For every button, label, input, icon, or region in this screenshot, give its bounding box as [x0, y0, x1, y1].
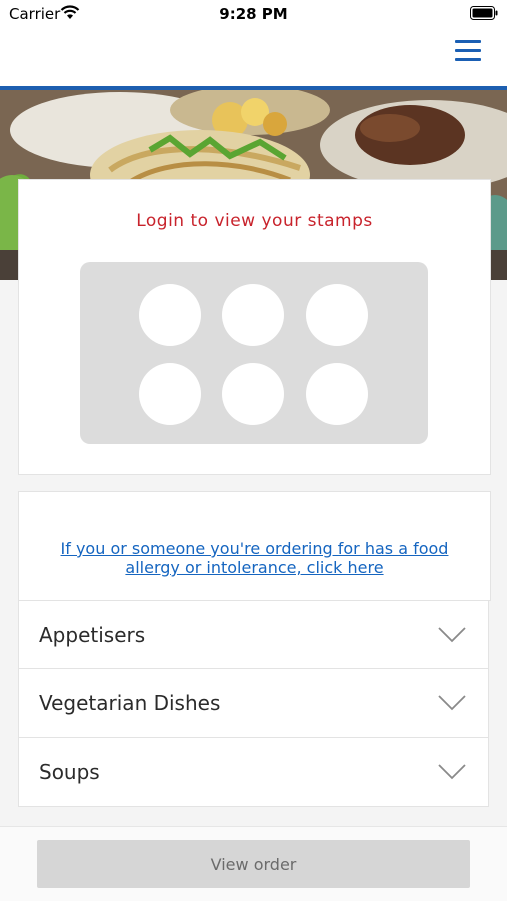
category-row-soups[interactable]: Soups [18, 738, 489, 807]
stamp-grid [80, 262, 428, 444]
stamp-card: Login to view your stamps [18, 179, 491, 475]
stamp-slot [306, 284, 368, 346]
stamp-slot [222, 363, 284, 425]
stamp-slot [139, 363, 201, 425]
stamp-slot [139, 284, 201, 346]
stamps-login-prompt[interactable]: Login to view your stamps [19, 211, 490, 231]
hamburger-menu-icon[interactable] [455, 40, 483, 64]
battery-icon [470, 6, 498, 20]
menu-category-list: Appetisers Vegetarian Dishes Soups [18, 600, 489, 807]
view-order-button[interactable]: View order [37, 840, 470, 888]
status-bar: Carrier 9:28 PM [0, 0, 507, 30]
chevron-down-icon [438, 627, 466, 643]
category-row-appetisers[interactable]: Appetisers [18, 600, 489, 669]
category-label: Appetisers [39, 623, 146, 647]
category-label: Soups [39, 760, 100, 784]
allergy-info-card: If you or someone you're ordering for ha… [18, 491, 491, 601]
stamp-slot [222, 284, 284, 346]
bottom-bar: View order [0, 826, 507, 901]
chevron-down-icon [438, 695, 466, 711]
category-row-vegetarian-dishes[interactable]: Vegetarian Dishes [18, 669, 489, 738]
stamp-slot [306, 363, 368, 425]
category-label: Vegetarian Dishes [39, 691, 221, 715]
nav-bar [0, 30, 507, 86]
clock: 9:28 PM [219, 5, 288, 23]
chevron-down-icon [438, 764, 466, 780]
allergy-info-link[interactable]: If you or someone you're ordering for ha… [39, 539, 470, 577]
